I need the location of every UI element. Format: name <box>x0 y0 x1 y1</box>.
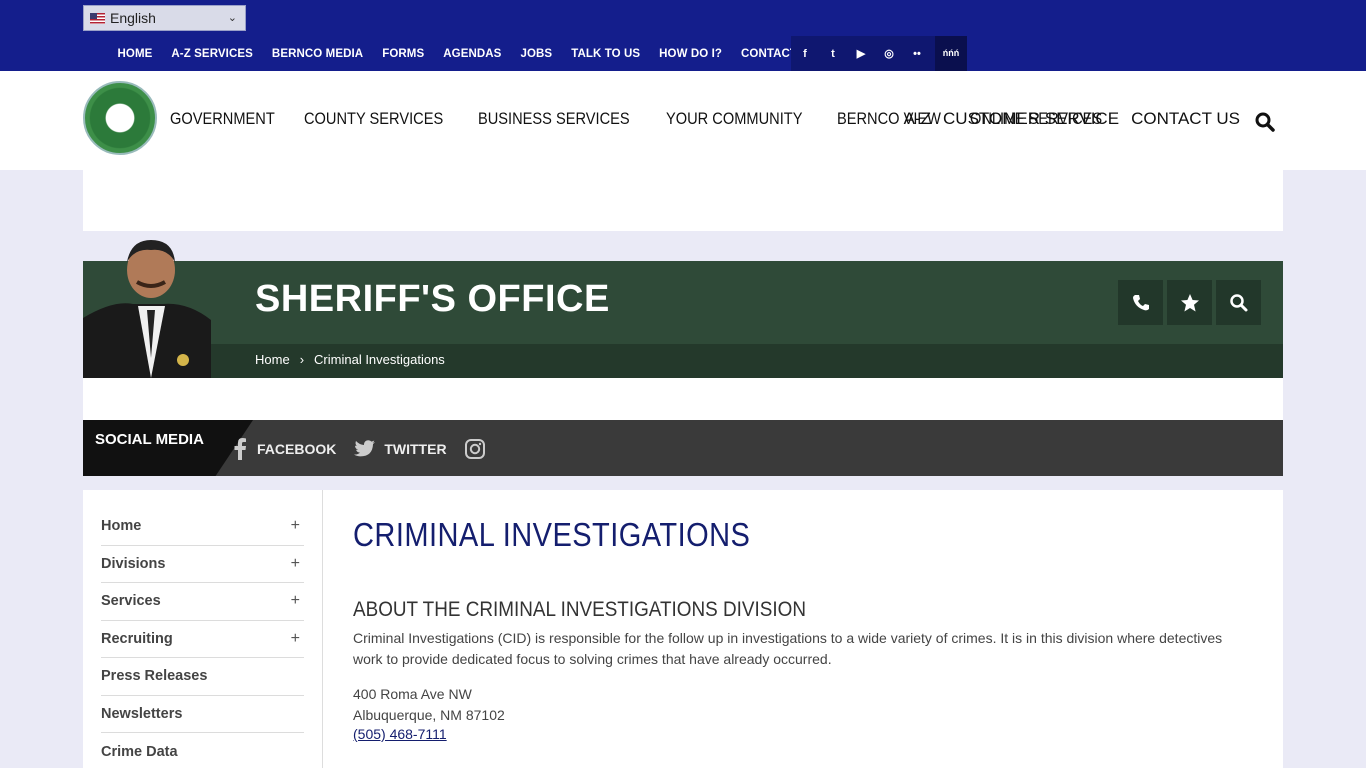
expand-plus-icon[interactable]: + <box>291 592 300 610</box>
sidebar-item-label: Newsletters <box>101 705 183 722</box>
nav-contact-us[interactable]: CONTACT US <box>1131 109 1240 129</box>
nav-government[interactable]: GOVERNMENT <box>170 109 275 129</box>
sidebar-item-label: Crime Data <box>101 743 178 760</box>
star-icon <box>1180 293 1199 311</box>
nav-county-services[interactable]: COUNTY SERVICES <box>304 109 443 129</box>
sidebar-item-crime-data[interactable]: Crime Data <box>101 733 304 768</box>
phone-link[interactable]: (505) 468-7111 <box>353 726 447 742</box>
sidebar-item-home[interactable]: Home + <box>101 508 304 546</box>
main-content: CRIMINAL INVESTIGATIONS ABOUT THE CRIMIN… <box>353 516 1253 744</box>
sidebar-item-label: Press Releases <box>101 668 208 685</box>
breadcrumb-current: Criminal Investigations <box>314 352 445 367</box>
youtube-icon[interactable]: ▶ <box>847 47 875 60</box>
expand-plus-icon[interactable]: + <box>291 630 300 648</box>
expand-plus-icon[interactable]: + <box>291 555 300 573</box>
util-agendas-link[interactable]: AGENDAS <box>443 48 501 60</box>
util-jobs-link[interactable]: JOBS <box>520 48 552 60</box>
facebook-label: FACEBOOK <box>257 441 337 457</box>
sidebar-item-label: Divisions <box>101 555 166 572</box>
util-forms-link[interactable]: FORMS <box>382 48 424 60</box>
twitter-label: TWITTER <box>384 441 447 457</box>
search-icon[interactable] <box>1255 112 1275 132</box>
twitter-icon <box>354 440 376 457</box>
util-home-link[interactable]: HOME <box>118 48 153 60</box>
util-talk-to-us-link[interactable]: TALK TO US <box>571 48 640 60</box>
division-description: Criminal Investigations (CID) is respons… <box>353 630 1223 667</box>
twitter-icon[interactable]: t <box>819 48 847 60</box>
search-icon <box>1229 293 1247 311</box>
address-line-1: 400 Roma Ave NW <box>353 686 472 702</box>
banner-search-button[interactable] <box>1216 280 1261 325</box>
util-bernco-media-link[interactable]: BERNCO MEDIA <box>272 48 363 60</box>
facebook-link[interactable]: FACEBOOK <box>233 438 336 460</box>
language-label: English <box>110 10 156 26</box>
sidebar-item-newsletters[interactable]: Newsletters <box>101 696 304 733</box>
social-media-links: FACEBOOK TWITTER <box>233 438 503 460</box>
phone-icon <box>1132 294 1149 310</box>
right-nav: A-Z CUSTOMER SERVICE CONTACT US <box>892 109 1240 129</box>
sheriff-portrait-image <box>83 240 211 378</box>
address-line-2: Albuquerque, NM 87102 <box>353 707 505 723</box>
banner-actions <box>1118 280 1265 325</box>
instagram-link[interactable] <box>464 439 485 459</box>
spacer-panel-2 <box>83 378 1283 420</box>
sidebar-item-label: Services <box>101 593 161 610</box>
page-title: CRIMINAL INVESTIGATIONS <box>353 516 751 553</box>
nav-customer-service[interactable]: CUSTOMER SERVICE <box>943 109 1119 129</box>
twitter-link[interactable]: TWITTER <box>354 440 447 458</box>
sidebar-item-press-releases[interactable]: Press Releases <box>101 658 304 696</box>
breadcrumb: Home › Criminal Investigations <box>255 352 455 367</box>
instagram-icon[interactable]: ◎ <box>875 47 903 60</box>
sidebar-divider <box>322 490 323 768</box>
social-icons-bar: f t ▶ ◎ •• ńńń <box>791 36 967 71</box>
breadcrumb-home-link[interactable]: Home <box>255 352 290 367</box>
nextdoor-icon[interactable]: ńńń <box>935 36 967 71</box>
facebook-icon <box>234 438 246 460</box>
sidebar-item-label: Recruiting <box>101 630 173 647</box>
page-department-title: SHERIFF'S OFFICE <box>255 278 610 320</box>
phone-button[interactable] <box>1118 280 1163 325</box>
util-az-services-link[interactable]: A-Z SERVICES <box>171 48 253 60</box>
spacer-panel <box>83 170 1283 231</box>
facebook-icon[interactable]: f <box>791 48 819 60</box>
util-how-do-i-link[interactable]: HOW DO I? <box>659 48 722 60</box>
nav-your-community[interactable]: YOUR COMMUNITY <box>666 109 802 129</box>
chevron-right-icon: › <box>299 352 305 367</box>
chevron-down-icon: ⌄ <box>227 12 237 24</box>
social-media-strip: SOCIAL MEDIA FACEBOOK TWITTER <box>83 420 1283 476</box>
us-flag-icon <box>90 12 105 24</box>
sidebar-item-label: Home <box>101 518 142 535</box>
section-heading: ABOUT THE CRIMINAL INVESTIGATIONS DIVISI… <box>353 598 806 621</box>
address-block: 400 Roma Ave NW Albuquerque, NM 87102 (5… <box>353 684 1253 744</box>
instagram-icon <box>464 439 485 459</box>
flickr-icon[interactable]: •• <box>903 48 931 60</box>
county-seal-logo[interactable] <box>83 81 157 155</box>
nav-a-z[interactable]: A-Z <box>904 109 931 129</box>
utility-nav: HOME A-Z SERVICES BERNCO MEDIA FORMS AGE… <box>108 36 826 71</box>
sidebar-item-recruiting[interactable]: Recruiting + <box>101 621 304 658</box>
expand-plus-icon[interactable]: + <box>291 517 300 535</box>
sidebar-nav: Home + Divisions + Services + Recruiting… <box>101 508 304 768</box>
sidebar-item-divisions[interactable]: Divisions + <box>101 546 304 583</box>
sidebar-item-services[interactable]: Services + <box>101 583 304 621</box>
top-utility-bar: English ⌄ HOME A-Z SERVICES BERNCO MEDIA… <box>0 0 1366 71</box>
main-header: GOVERNMENT COUNTY SERVICES BUSINESS SERV… <box>0 71 1366 170</box>
favorite-button[interactable] <box>1167 280 1212 325</box>
language-select[interactable]: English ⌄ <box>83 5 246 31</box>
social-media-label: SOCIAL MEDIA <box>83 420 253 476</box>
nav-business-services[interactable]: BUSINESS SERVICES <box>478 109 630 129</box>
